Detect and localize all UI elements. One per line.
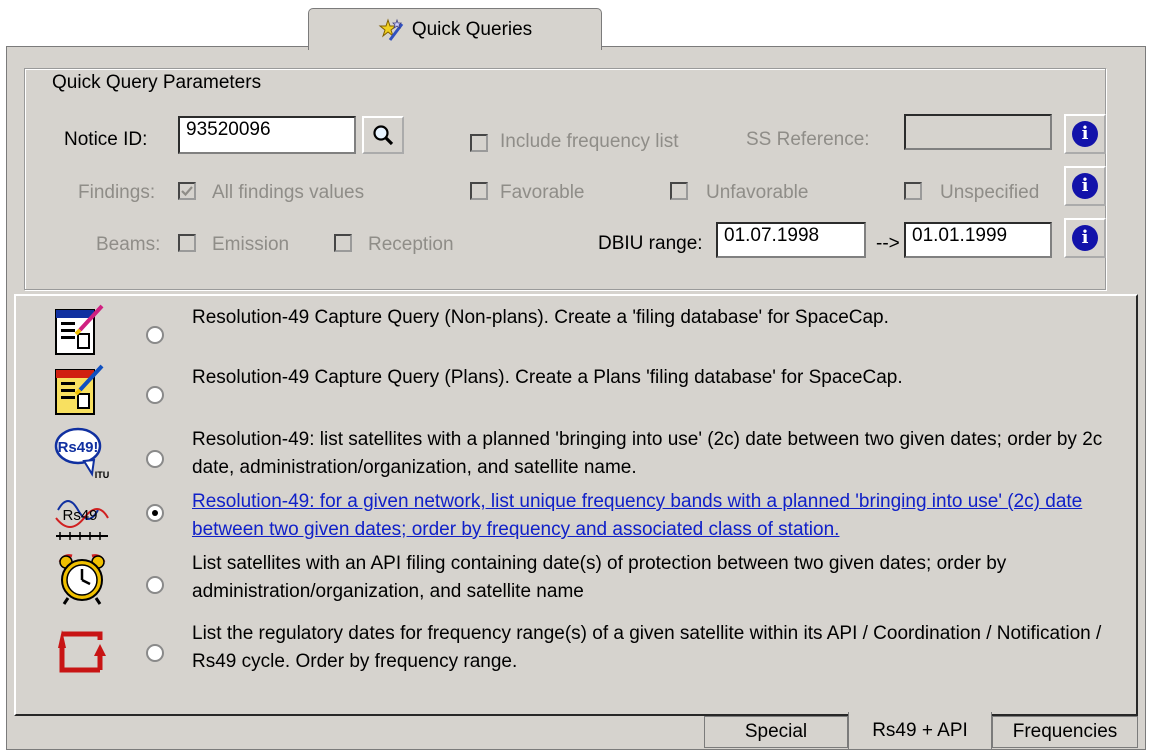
query-list: Resolution-49 Capture Query (Non-plans).…: [14, 294, 1138, 716]
unfavorable-label: Unfavorable: [706, 182, 809, 203]
svg-text:Rs49: Rs49: [62, 507, 97, 524]
all-findings-label: All findings values: [212, 182, 365, 203]
rs49-frequency-icon: Rs49: [54, 488, 109, 540]
info-button-notice[interactable]: i: [1064, 114, 1106, 154]
radio-selected-dot: [152, 510, 158, 516]
tab-label: Quick Queries: [411, 18, 533, 40]
query-radio-4[interactable]: [146, 576, 164, 594]
tab-special[interactable]: Special: [704, 716, 848, 748]
query-radio-2[interactable]: [146, 450, 164, 468]
tab-quick-queries[interactable]: Quick Queries: [308, 8, 602, 50]
unfavorable-checkbox[interactable]: [670, 182, 688, 200]
query-radio-1[interactable]: [146, 386, 164, 404]
cycle-arrows-icon: [54, 626, 106, 678]
emission-label: Emission: [212, 234, 290, 255]
unspecified-label: Unspecified: [940, 182, 1040, 203]
query-row-capture-plans[interactable]: Resolution-49 Capture Query (Plans). Cre…: [16, 362, 1136, 418]
query-text-1: Resolution-49 Capture Query (Plans). Cre…: [192, 367, 903, 388]
ss-reference-input[interactable]: [904, 114, 1052, 150]
ss-reference-label: SS Reference:: [746, 129, 870, 150]
findings-label: Findings:: [78, 182, 156, 203]
svg-text:Rs49!: Rs49!: [58, 439, 99, 456]
search-notice-button[interactable]: [362, 116, 404, 154]
info-button-findings[interactable]: i: [1064, 166, 1106, 206]
unspecified-checkbox[interactable]: [904, 182, 922, 200]
tab-frequencies[interactable]: Frequencies: [992, 716, 1138, 748]
query-text-0: Resolution-49 Capture Query (Non-plans).…: [192, 307, 889, 328]
info-icon: i: [1072, 225, 1098, 251]
query-radio-3[interactable]: [146, 504, 164, 522]
form-plans-edit-icon: [54, 364, 106, 416]
form-edit-icon: [54, 304, 106, 356]
favorable-label: Favorable: [500, 182, 585, 203]
query-row-api-protection[interactable]: List satellites with an API filing conta…: [16, 548, 1136, 608]
notice-id-label: Notice ID:: [64, 129, 148, 150]
include-frequency-list-checkbox[interactable]: [470, 134, 488, 152]
query-row-rs49-satellites[interactable]: Rs49! ITU Resolution-49: list satellites…: [16, 424, 1136, 484]
checkmark-icon: [181, 186, 193, 197]
query-row-regulatory-dates[interactable]: List the regulatory dates for frequency …: [16, 618, 1136, 682]
favorable-checkbox[interactable]: [470, 182, 488, 200]
dbiu-range-arrow: -->: [876, 233, 900, 254]
info-icon: i: [1072, 121, 1098, 147]
query-text-5: List the regulatory dates for frequency …: [192, 623, 1102, 672]
query-text-2: Resolution-49: list satellites with a pl…: [192, 429, 1103, 478]
info-icon: i: [1072, 173, 1098, 199]
info-button-dbiu[interactable]: i: [1064, 218, 1106, 258]
include-frequency-list-label: Include frequency list: [500, 131, 679, 152]
query-radio-5[interactable]: [146, 644, 164, 662]
reception-label: Reception: [368, 234, 454, 255]
magnifier-icon: [373, 125, 394, 146]
dbiu-range-label: DBIU range:: [598, 233, 703, 254]
beams-label: Beams:: [96, 234, 161, 255]
query-text-4: List satellites with an API filing conta…: [192, 553, 1007, 602]
emission-checkbox[interactable]: [178, 234, 196, 252]
svg-text:ITU: ITU: [95, 470, 110, 480]
alarm-clock-icon: [54, 550, 106, 605]
query-row-capture-nonplans[interactable]: Resolution-49 Capture Query (Non-plans).…: [16, 302, 1136, 358]
query-radio-0[interactable]: [146, 326, 164, 344]
tab-rs49-api[interactable]: Rs49 + API: [848, 712, 992, 750]
wand-stars-icon: [378, 17, 404, 41]
rs49-itu-icon: Rs49! ITU: [54, 424, 109, 480]
query-text-3[interactable]: Resolution-49: for a given network, list…: [192, 488, 1132, 544]
query-row-rs49-frequency-bands[interactable]: Rs49 Resolution-49: for a given network,…: [16, 486, 1136, 546]
all-findings-checkbox[interactable]: [178, 182, 196, 200]
reception-checkbox[interactable]: [334, 234, 352, 252]
parameters-legend: Quick Query Parameters: [46, 72, 268, 94]
dbiu-to-input[interactable]: 01.01.1999: [904, 222, 1052, 258]
notice-id-input[interactable]: 93520096: [178, 116, 356, 154]
dbiu-from-input[interactable]: 01.07.1998: [716, 222, 866, 258]
